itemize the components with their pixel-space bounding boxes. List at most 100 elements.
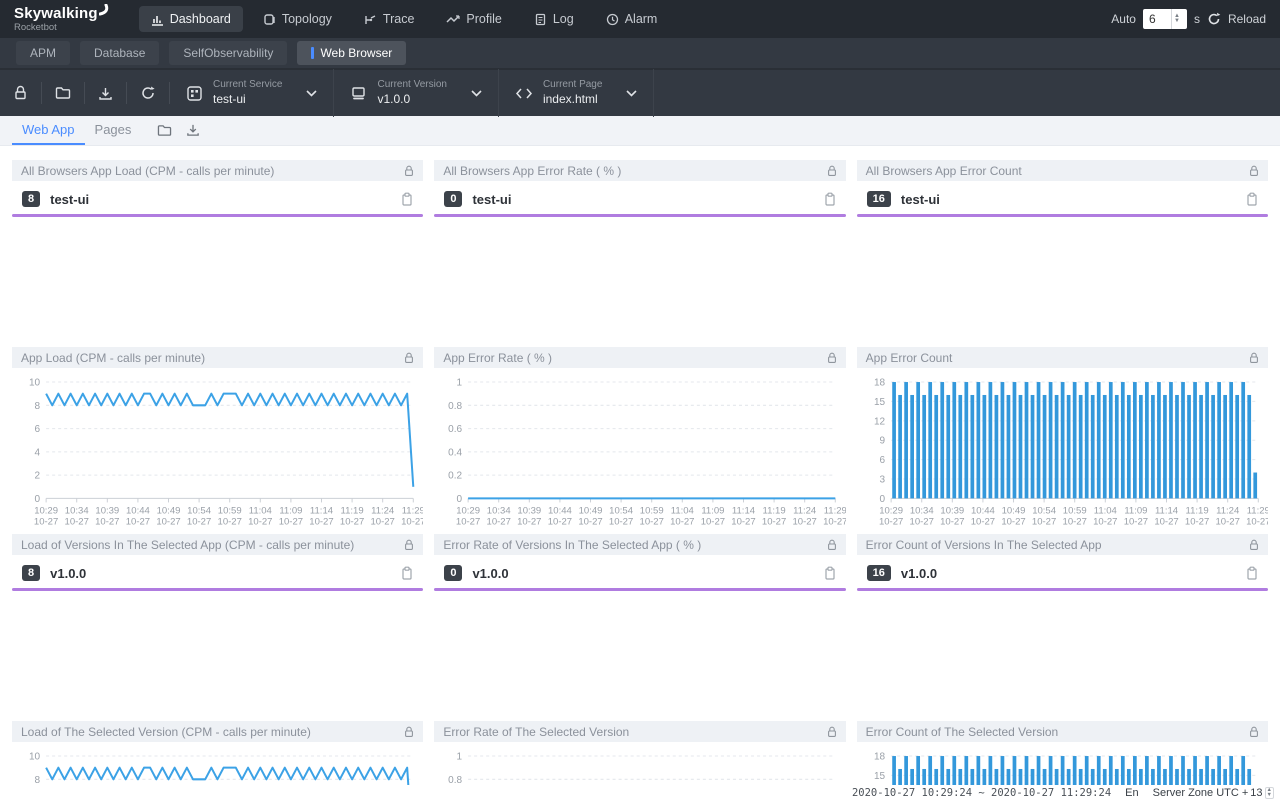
nav-item-log[interactable]: Log	[522, 6, 586, 32]
svg-text:11:04: 11:04	[249, 505, 273, 516]
lock-icon[interactable]	[827, 539, 837, 551]
lock-icon[interactable]	[404, 539, 414, 551]
main-nav: Dashboard Topology Trace Profile Log Ala…	[139, 6, 670, 32]
svg-text:10:59: 10:59	[218, 505, 242, 516]
nav-item-dashboard[interactable]: Dashboard	[139, 6, 243, 32]
service-name[interactable]: test-ui	[50, 192, 89, 207]
svg-text:11:19: 11:19	[341, 505, 364, 516]
tab-web-app[interactable]: Web App	[12, 116, 85, 145]
svg-text:10-27: 10-27	[487, 516, 511, 527]
app-load-line-chart: 024681010:2910-2710:3410-2710:3910-2710:…	[12, 370, 423, 533]
server-zone-stepper[interactable]: ▲▼	[1265, 787, 1274, 799]
lock-icon[interactable]	[1249, 165, 1259, 177]
current-service-selector[interactable]: Current Service test-ui	[170, 69, 333, 117]
time-range-picker[interactable]: 2020-10-27 10:29:24 ~ 2020-10-27 11:29:2…	[852, 787, 1111, 799]
current-version-label: Current Version	[377, 79, 446, 92]
refresh-button[interactable]	[127, 85, 169, 101]
copy-icon[interactable]	[401, 192, 413, 206]
import-template-button[interactable]	[42, 86, 84, 100]
app-error-count-bar-chart: 036912151810:2910-2710:3410-2710:3910-27…	[857, 370, 1268, 533]
svg-text:12: 12	[874, 416, 886, 427]
nav-item-alarm[interactable]: Alarm	[594, 6, 670, 32]
tab-database[interactable]: Database	[80, 41, 159, 65]
current-page-label: Current Page	[543, 79, 602, 92]
metric-badge: 0	[444, 191, 462, 207]
version-name[interactable]: v1.0.0	[50, 566, 86, 581]
tab-label: Pages	[95, 122, 132, 137]
tab-web-browser[interactable]: Web Browser	[297, 41, 406, 65]
copy-icon[interactable]	[1246, 192, 1258, 206]
svg-text:1: 1	[457, 378, 463, 389]
lock-icon[interactable]	[1249, 726, 1259, 738]
svg-text:10-27: 10-27	[517, 516, 541, 527]
version-name[interactable]: v1.0.0	[472, 566, 508, 581]
svg-text:11:09: 11:09	[279, 505, 302, 516]
card-load-of-versions: Load of Versions In The Selected App (CP…	[12, 534, 423, 721]
metric-badge: 0	[444, 565, 462, 581]
server-zone-value: 13	[1250, 787, 1262, 799]
lock-icon[interactable]	[404, 352, 414, 364]
svg-text:9: 9	[879, 436, 885, 447]
auto-refresh-label: Auto	[1111, 12, 1136, 26]
tab-apm[interactable]: APM	[16, 41, 70, 65]
svg-text:10-27: 10-27	[670, 516, 694, 527]
export-dashboard-icon[interactable]	[186, 123, 200, 137]
tab-label: APM	[30, 46, 56, 60]
lock-icon[interactable]	[1249, 352, 1259, 364]
svg-text:10-27: 10-27	[248, 516, 272, 527]
svg-text:10:34: 10:34	[909, 505, 934, 516]
svg-text:10: 10	[29, 752, 41, 763]
tab-selfobservability[interactable]: SelfObservability	[169, 41, 287, 65]
copy-icon[interactable]	[401, 566, 413, 580]
nav-item-profile[interactable]: Profile	[434, 6, 513, 32]
svg-text:11:14: 11:14	[732, 505, 756, 516]
nav-label: Trace	[383, 12, 415, 26]
tab-pages[interactable]: Pages	[85, 116, 142, 145]
auto-refresh-stepper[interactable]: ▲▼	[1171, 9, 1182, 29]
copy-icon[interactable]	[1246, 566, 1258, 580]
copy-icon[interactable]	[824, 566, 836, 580]
server-zone-control[interactable]: Server Zone UTC +13 ▲▼	[1153, 787, 1274, 799]
logo-swoosh-icon	[99, 4, 111, 16]
trace-icon	[364, 13, 377, 26]
lock-button[interactable]	[0, 85, 41, 101]
lock-icon[interactable]	[827, 165, 837, 177]
card-error-count-of-versions: Error Count of Versions In The Selected …	[857, 534, 1268, 721]
version-name[interactable]: v1.0.0	[901, 566, 937, 581]
svg-text:10:49: 10:49	[1001, 505, 1025, 516]
svg-text:1: 1	[457, 752, 463, 763]
export-template-button[interactable]	[85, 86, 126, 101]
import-dashboard-icon[interactable]	[157, 124, 172, 137]
current-page-selector[interactable]: Current Page index.html	[499, 69, 653, 117]
svg-text:10-27: 10-27	[279, 516, 303, 527]
svg-text:10:54: 10:54	[1032, 505, 1057, 516]
lock-icon[interactable]	[827, 352, 837, 364]
service-name[interactable]: test-ui	[901, 192, 940, 207]
nav-item-trace[interactable]: Trace	[352, 6, 427, 32]
copy-icon[interactable]	[824, 192, 836, 206]
svg-text:10-27: 10-27	[548, 516, 572, 527]
lock-icon[interactable]	[1249, 539, 1259, 551]
svg-text:11:19: 11:19	[1185, 505, 1208, 516]
language-toggle[interactable]: En	[1125, 787, 1138, 799]
card-title: Error Rate of The Selected Version	[443, 725, 629, 739]
auto-refresh-input-wrap: ▲▼	[1143, 9, 1187, 29]
service-name[interactable]: test-ui	[472, 192, 511, 207]
lock-icon[interactable]	[404, 165, 414, 177]
svg-text:10:39: 10:39	[940, 505, 964, 516]
reload-icon[interactable]	[1207, 12, 1221, 26]
nav-label: Topology	[282, 12, 332, 26]
card-title: Error Count of The Selected Version	[866, 725, 1059, 739]
selected-item-underline	[12, 214, 423, 217]
chevron-down-icon	[626, 90, 637, 97]
dashboard-grid: All Browsers App Load (CPM - calls per m…	[0, 146, 1280, 800]
auto-refresh-input[interactable]	[1143, 12, 1171, 26]
lock-icon[interactable]	[404, 726, 414, 738]
svg-text:4: 4	[35, 447, 41, 458]
lock-icon[interactable]	[827, 726, 837, 738]
current-version-selector[interactable]: Current Version v1.0.0	[334, 69, 497, 117]
current-version-value: v1.0.0	[377, 92, 446, 107]
card-title: App Load (CPM - calls per minute)	[21, 351, 205, 365]
nav-item-topology[interactable]: Topology	[251, 6, 344, 32]
reload-label[interactable]: Reload	[1228, 12, 1266, 26]
